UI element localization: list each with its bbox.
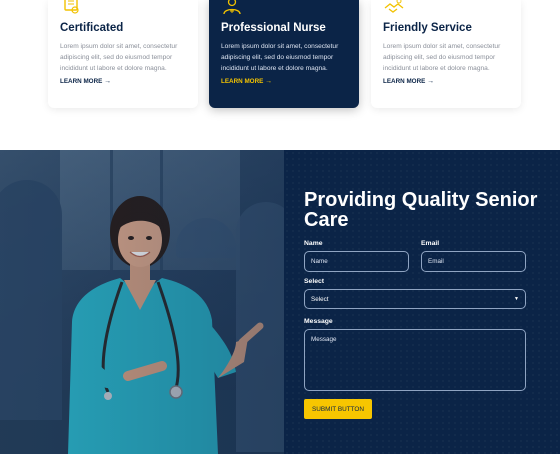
feature-card-professional-nurse: Professional Nurse Lorem ipsum dolor sit… [209,0,359,108]
learn-more-label: LEARN MORE [60,78,103,85]
arrow-right-icon: → [427,78,435,85]
feature-description: Lorem ipsum dolor sit amet, consectetur … [221,43,339,72]
select-label: Select [304,278,325,285]
handshake-icon [383,0,405,14]
name-label: Name [304,240,323,247]
background-person [0,180,62,420]
feature-title: Friendly Service [383,22,472,34]
certificate-icon [60,0,82,14]
senior-care-section: Providing Quality Senior Care Name Email… [0,150,560,454]
caret-down-icon: ▼ [514,296,519,302]
submit-button[interactable]: SUBMIT BUTTON [304,399,372,419]
message-label: Message [304,318,333,325]
name-input[interactable] [304,251,409,272]
arrow-right-icon: → [104,78,112,85]
select-dropdown[interactable]: Select ▼ [304,289,526,309]
learn-more-label: LEARN MORE [383,78,426,85]
feature-card-friendly-service: Friendly Service Lorem ipsum dolor sit a… [371,0,521,108]
nurse-icon [221,0,243,15]
learn-more-link[interactable]: LEARN MORE → [383,78,434,85]
feature-title: Certificated [60,22,124,34]
features-section: Certificated Lorem ipsum dolor sit amet,… [0,0,560,150]
select-value: Select [311,295,329,303]
email-label: Email [421,240,440,247]
contact-form: Providing Quality Senior Care Name Email… [304,150,537,454]
learn-more-link[interactable]: LEARN MORE → [221,78,272,85]
nurse-photo [0,150,284,454]
message-textarea[interactable] [304,329,526,391]
feature-title: Professional Nurse [221,22,326,34]
feature-description: Lorem ipsum dolor sit amet, consectetur … [60,43,178,72]
feature-card-certificated: Certificated Lorem ipsum dolor sit amet,… [48,0,198,108]
learn-more-label: LEARN MORE [221,78,264,85]
learn-more-link[interactable]: LEARN MORE → [60,78,111,85]
email-input[interactable] [421,251,526,272]
feature-description: Lorem ipsum dolor sit amet, consectetur … [383,43,501,72]
arrow-right-icon: → [265,78,273,85]
nurse-figure [68,196,264,454]
section-heading: Providing Quality Senior Care [304,189,538,231]
